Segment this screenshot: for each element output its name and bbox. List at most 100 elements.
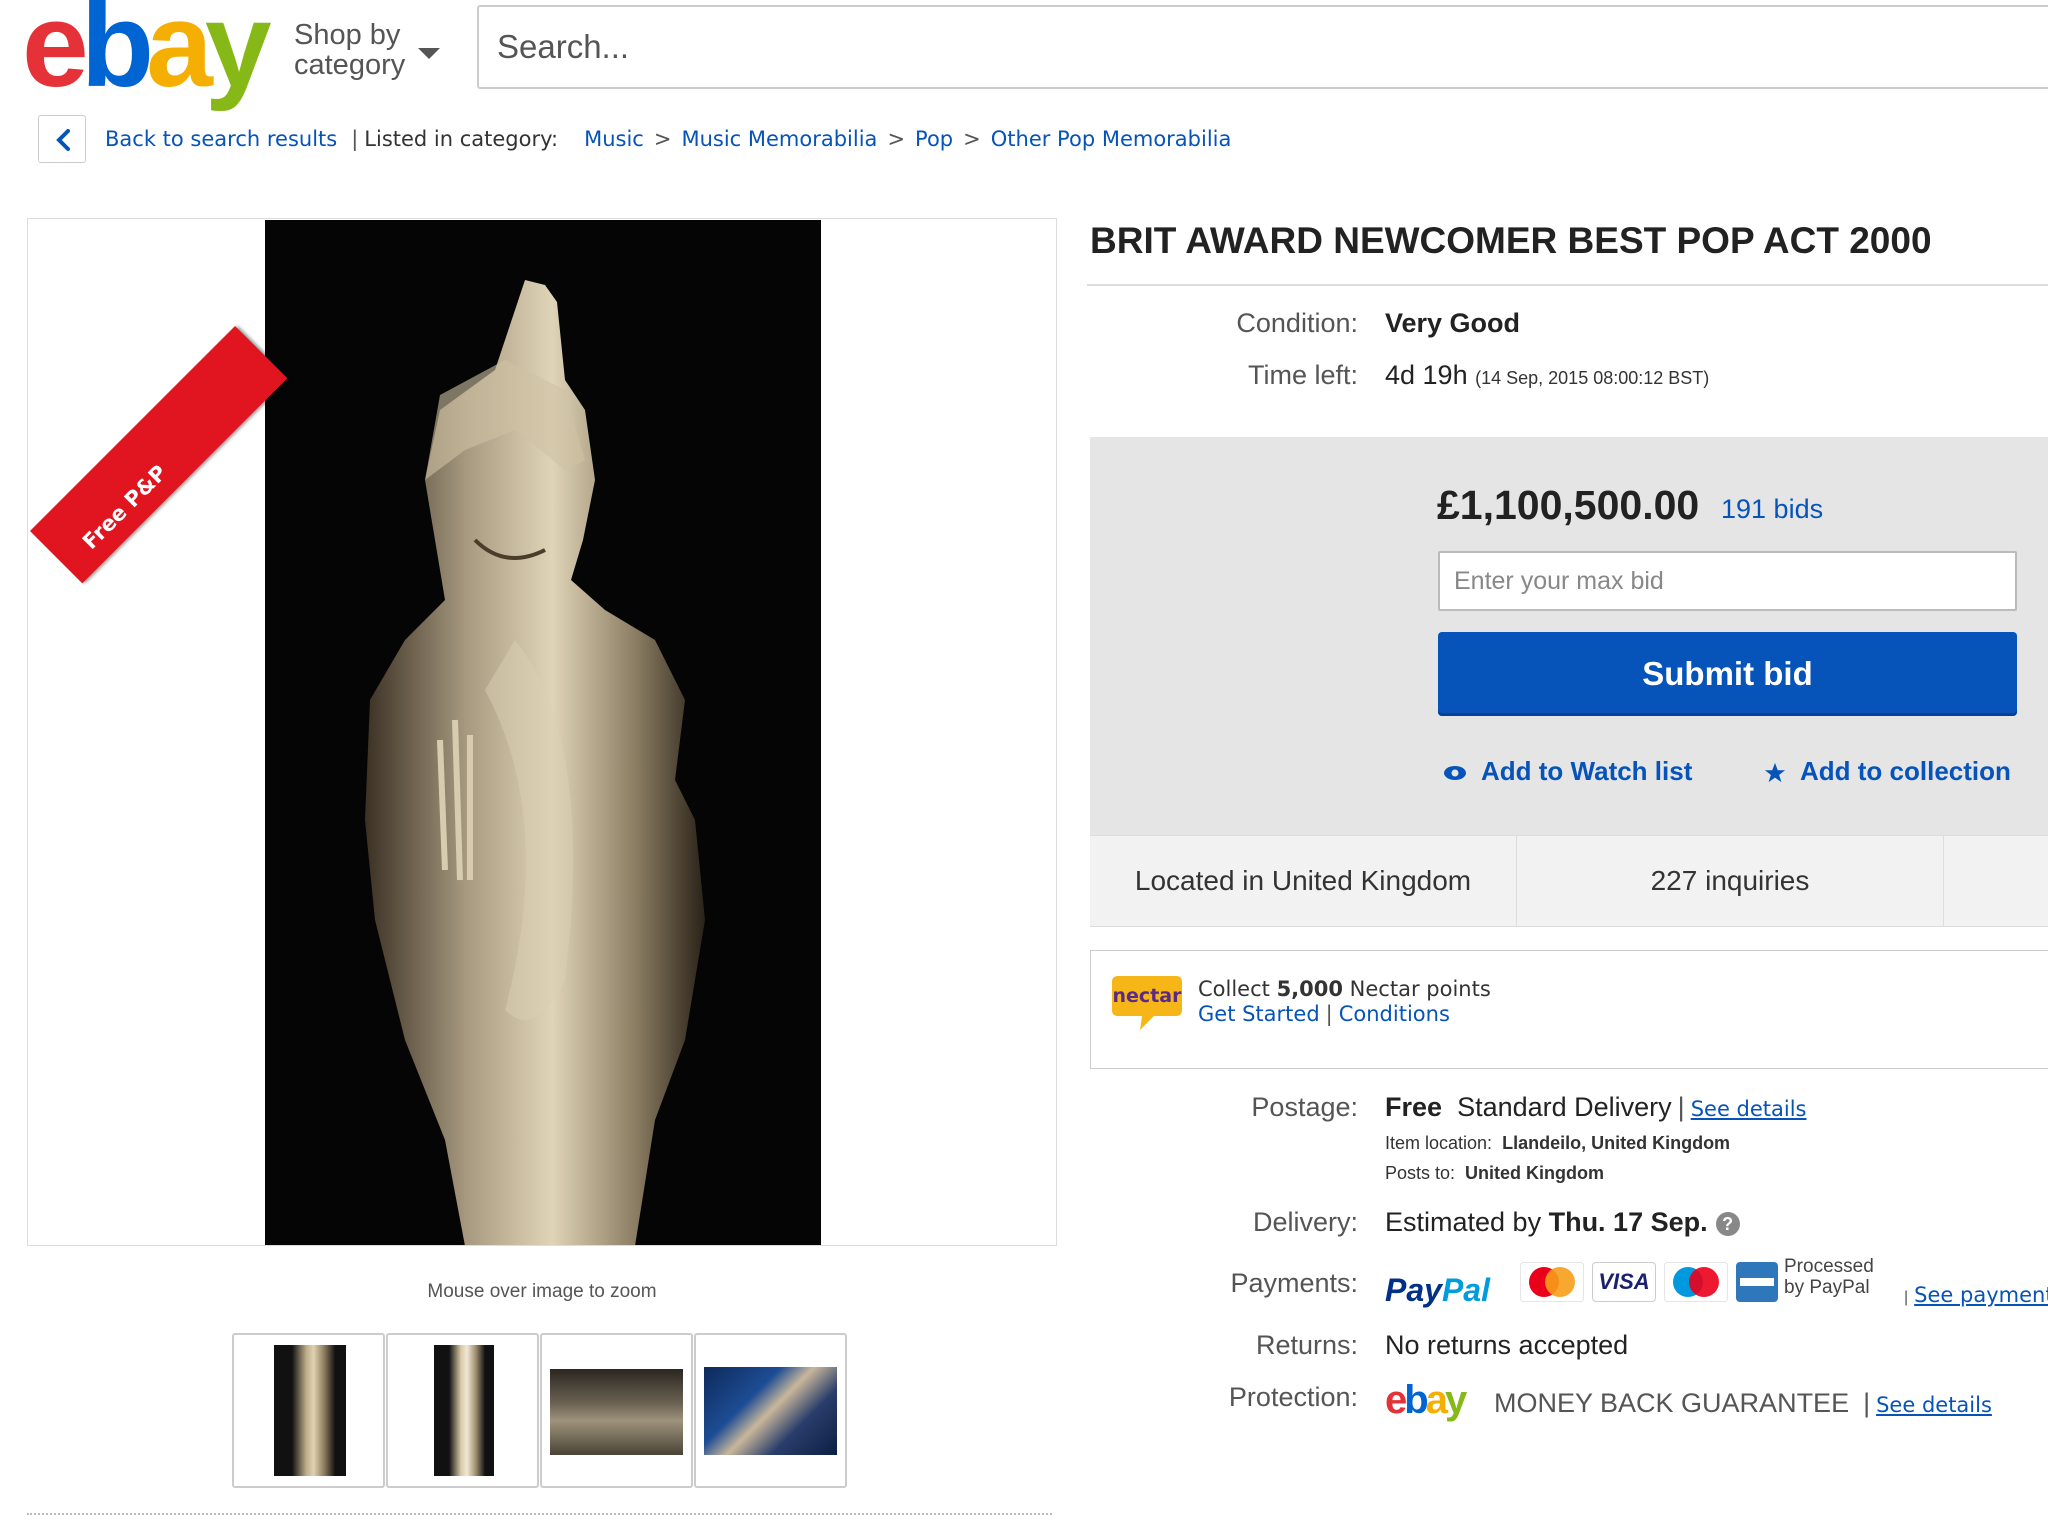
- delivery-prefix: Estimated by: [1385, 1207, 1549, 1237]
- ebay-small-logo: ebay: [1385, 1378, 1467, 1423]
- payments-label: Payments:: [1230, 1268, 1358, 1298]
- main-product-image[interactable]: [265, 220, 821, 1245]
- maestro-icon: [1664, 1262, 1728, 1302]
- statuette-image: [365, 280, 705, 1245]
- watch-label: Add to Watch list: [1481, 756, 1693, 786]
- item-location-label: Item location:: [1385, 1133, 1493, 1153]
- item-location-value: Llandeilo, United Kingdom: [1502, 1133, 1731, 1153]
- conditions-link[interactable]: Conditions: [1339, 1002, 1450, 1026]
- divider: |: [1677, 1092, 1685, 1122]
- thumbnail-3[interactable]: [540, 1333, 693, 1488]
- logo-letter-a: a: [1425, 1378, 1448, 1422]
- breadcrumb-item-music[interactable]: Music: [584, 127, 644, 151]
- breadcrumb-separator: >: [887, 127, 906, 151]
- paypal-logo: PayPal: [1385, 1272, 1490, 1309]
- see-payments-link[interactable]: See payment: [1914, 1283, 2048, 1307]
- nectar-points: 5,000: [1276, 977, 1343, 1001]
- item-title: BRIT AWARD NEWCOMER BEST POP ACT 2000: [1090, 220, 1932, 261]
- breadcrumb-separator: >: [963, 127, 981, 151]
- amex-icon: [1736, 1262, 1778, 1302]
- divider: [27, 1513, 1052, 1515]
- postage-service: Standard Delivery: [1457, 1092, 1672, 1122]
- logo-letter-y: y: [1444, 1378, 1467, 1422]
- bid-count-link[interactable]: 191 bids: [1721, 494, 1823, 525]
- logo-letter-y: y: [204, 0, 272, 112]
- back-button[interactable]: [38, 115, 86, 163]
- nectar-logo-text: nectar: [1113, 985, 1183, 1007]
- thumbnail-1[interactable]: [232, 1333, 385, 1488]
- see-payments-link-wrap: | See payment: [1898, 1283, 2048, 1307]
- back-to-search-link[interactable]: Back to search results: [105, 127, 337, 151]
- logo-letter-e: e: [1385, 1378, 1407, 1422]
- thumbnail-image: [434, 1345, 494, 1476]
- thumbnail-image: [704, 1367, 837, 1455]
- condition-value: Very Good: [1385, 308, 1520, 339]
- thumbnail-image: [550, 1369, 683, 1455]
- paypal-part1: Pay: [1385, 1272, 1442, 1308]
- divider: |: [1863, 1388, 1871, 1418]
- location-stat: Located in United Kingdom: [1090, 835, 1517, 927]
- condition-label: Condition:: [1236, 308, 1358, 338]
- processed-line1: Processed: [1784, 1256, 1874, 1277]
- time-left-text: 4d 19h: [1385, 360, 1468, 390]
- divider: [1087, 284, 2048, 286]
- collection-label: Add to collection: [1800, 756, 2011, 786]
- add-to-watch-list-link[interactable]: Add to Watch list: [1443, 756, 1692, 787]
- shop-by-line1: Shop by: [294, 19, 401, 51]
- nectar-text: Collect 5,000 Nectar points Get Started |…: [1198, 977, 1491, 1027]
- ebay-logo[interactable]: ebay: [22, 0, 272, 112]
- image-gallery[interactable]: Free P&P: [27, 218, 1057, 1246]
- zoom-hint: Mouse over image to zoom: [427, 1281, 657, 1302]
- listed-in-label: Listed in category:: [364, 127, 559, 151]
- chevron-down-icon[interactable]: [418, 48, 440, 59]
- condition-text: Very Good: [1385, 308, 1521, 338]
- breadcrumb-item-pop[interactable]: Pop: [915, 127, 953, 151]
- submit-bid-button[interactable]: Submit bid: [1438, 632, 2017, 716]
- protection-label: Protection:: [1228, 1382, 1358, 1412]
- shop-by-line2: category: [294, 49, 406, 81]
- divider: |: [1325, 1002, 1333, 1026]
- postage-see-details-link[interactable]: See details: [1691, 1097, 1807, 1121]
- delivery-label: Delivery:: [1252, 1207, 1358, 1237]
- guarantee-text: MONEY BACK GUARANTEE: [1494, 1388, 1850, 1418]
- nectar-links: Get Started | Conditions: [1198, 1002, 1491, 1027]
- breadcrumb-divider: |: [351, 127, 359, 151]
- paypal-part2: Pal: [1441, 1272, 1490, 1308]
- eye-icon: [1444, 766, 1466, 781]
- search-input[interactable]: [477, 5, 2048, 89]
- breadcrumb-item-other-pop-memorabilia[interactable]: Other Pop Memorabilia: [991, 127, 1232, 151]
- help-icon[interactable]: ?: [1715, 1211, 1740, 1236]
- delivery-date: Thu. 17 Sep.: [1548, 1207, 1708, 1237]
- processed-line2: by PayPal: [1784, 1277, 1870, 1298]
- chevron-left-icon: [56, 129, 70, 151]
- max-bid-input[interactable]: [1438, 551, 2017, 611]
- mastercard-icon: [1520, 1262, 1584, 1302]
- logo-letter-e: e: [22, 0, 89, 112]
- processed-by-paypal: Processed by PayPal: [1784, 1256, 1874, 1298]
- visa-icon: VISA: [1592, 1262, 1656, 1302]
- shop-by-category-button[interactable]: Shop by category: [294, 20, 405, 80]
- current-price: £1,100,500.00: [1437, 482, 1700, 528]
- time-left-label: Time left:: [1247, 360, 1358, 390]
- logo-letter-b: b: [80, 0, 154, 112]
- breadcrumb-item-music-memorabilia[interactable]: Music Memorabilia: [681, 127, 877, 151]
- breadcrumb: Back to search results | Listed in categor…: [105, 127, 1231, 151]
- item-location: Item location: Llandeilo, United Kingdom: [1385, 1133, 1730, 1154]
- time-left-value: 4d 19h (14 Sep, 2015 08:00:12 BST): [1385, 360, 1709, 391]
- add-to-collection-link[interactable]: Add to collection: [1764, 756, 2011, 787]
- thumbnail-4[interactable]: [694, 1333, 847, 1488]
- money-back-guarantee: MONEY BACK GUARANTEE | See details: [1494, 1388, 1992, 1419]
- protection-see-details-link[interactable]: See details: [1876, 1393, 1992, 1417]
- time-left-detail: (14 Sep, 2015 08:00:12 BST): [1475, 368, 1710, 388]
- posts-to: Posts to: United Kingdom: [1385, 1163, 1604, 1184]
- postage-value: Free Standard Delivery | See details: [1385, 1092, 1807, 1123]
- nectar-collect-line: Collect 5,000 Nectar points: [1198, 977, 1491, 1002]
- returns-label: Returns:: [1255, 1330, 1358, 1360]
- breadcrumb-separator: >: [653, 127, 672, 151]
- postage-label: Postage:: [1251, 1092, 1358, 1122]
- thumbnail-2[interactable]: [386, 1333, 539, 1488]
- get-started-link[interactable]: Get Started: [1198, 1002, 1320, 1026]
- posts-to-value: United Kingdom: [1465, 1163, 1605, 1183]
- delivery-value: Estimated by Thu. 17 Sep.?: [1385, 1207, 1740, 1238]
- inquiries-stat: 227 inquiries: [1517, 835, 1944, 927]
